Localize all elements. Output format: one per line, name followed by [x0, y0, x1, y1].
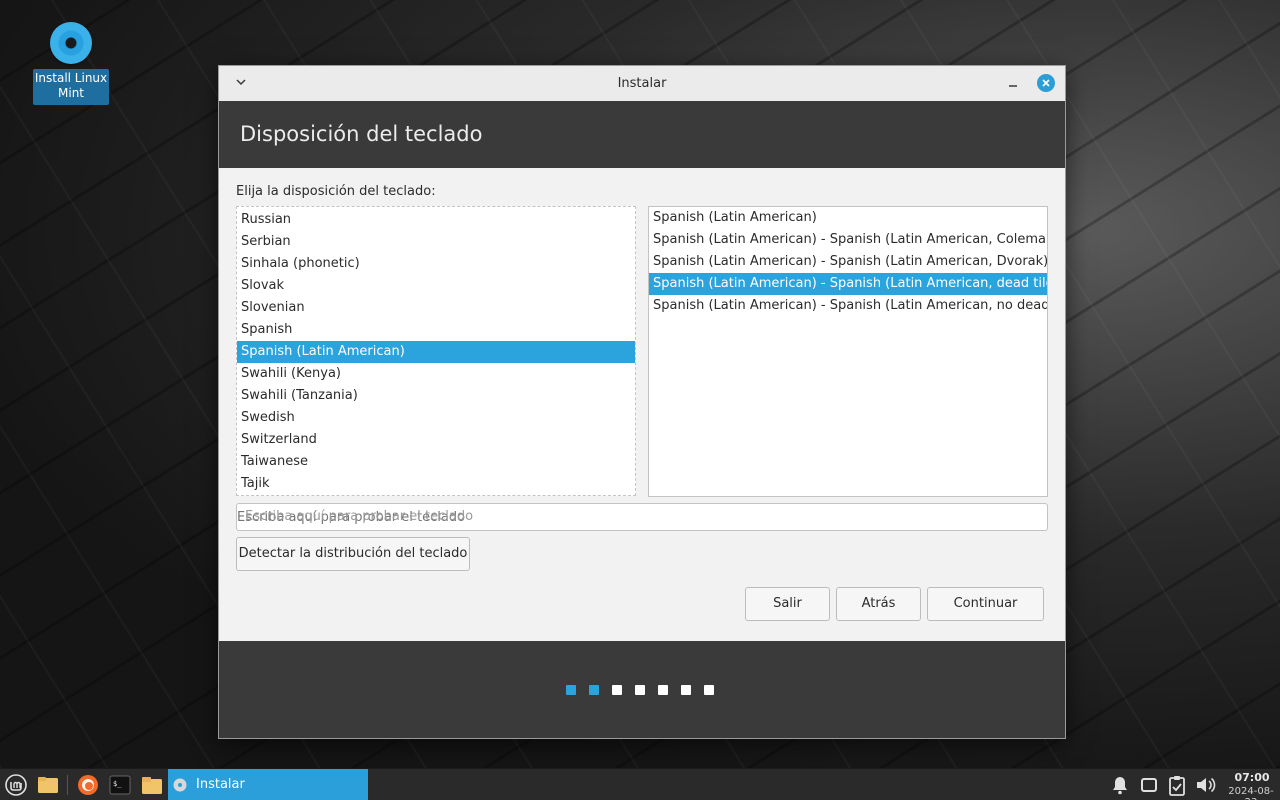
show-desktop-icon[interactable]	[37, 774, 59, 796]
detect-layout-button[interactable]: Detectar la distribución del teclado	[236, 537, 470, 571]
progress-step-dot	[658, 685, 668, 695]
desktop-icon-label: Install Linux Mint	[33, 69, 109, 105]
window-list-icon[interactable]	[1138, 774, 1160, 796]
layout-list-item[interactable]: Swahili (Kenya)	[237, 363, 635, 385]
progress-step-dot	[704, 685, 714, 695]
progress-footer	[219, 641, 1065, 738]
page-header: Disposición del teclado	[219, 101, 1065, 168]
progress-step-dot	[635, 685, 645, 695]
keyboard-test-input[interactable]	[236, 503, 1048, 531]
clock-time[interactable]: 07:00	[1226, 771, 1278, 784]
continue-button[interactable]: Continuar	[927, 587, 1044, 621]
progress-step-dot	[589, 685, 599, 695]
task-label: Instalar	[196, 777, 245, 792]
instruction-label: Elija la disposición del teclado:	[236, 184, 436, 199]
layout-list-item[interactable]: Spanish (Latin American)	[237, 341, 635, 363]
close-icon	[1042, 79, 1050, 87]
variant-list[interactable]: Spanish (Latin American) Spanish (Latin A…	[648, 206, 1048, 497]
installer-window: Instalar Disposición del teclado Elija l…	[219, 66, 1065, 738]
variant-list-item[interactable]: Spanish (Latin American) - Spanish (Lati…	[649, 273, 1047, 295]
files-icon[interactable]	[141, 774, 163, 796]
minimize-icon[interactable]	[1005, 75, 1021, 91]
terminal-icon[interactable]: $_	[109, 774, 131, 796]
layout-list[interactable]: Russian Serbian Sinhala (phonetic) Slovak Sl…	[236, 206, 636, 496]
mint-menu-icon[interactable]	[5, 774, 27, 796]
window-title: Instalar	[617, 76, 667, 91]
clipboard-icon[interactable]	[1166, 774, 1188, 796]
layout-list-item[interactable]: Tajik	[237, 473, 635, 495]
progress-step-dot	[612, 685, 622, 695]
taskbar: $_ Instalar 07:00 2024-08-23	[0, 768, 1280, 800]
close-button[interactable]	[1037, 74, 1055, 92]
layout-list-item[interactable]: Slovak	[237, 275, 635, 297]
clock-date[interactable]: 2024-08-23	[1222, 786, 1280, 800]
layout-list-item[interactable]: Spanish	[237, 319, 635, 341]
variant-list-item[interactable]: Spanish (Latin American)	[649, 207, 1047, 229]
disc-icon	[173, 778, 187, 792]
volume-icon[interactable]	[1195, 774, 1217, 796]
layout-list-item[interactable]: Serbian	[237, 231, 635, 253]
layout-list-item[interactable]: Swedish	[237, 407, 635, 429]
layout-list-item[interactable]: Sinhala (phonetic)	[237, 253, 635, 275]
taskbar-separator	[67, 775, 68, 795]
layout-list-item[interactable]: Swahili (Tanzania)	[237, 385, 635, 407]
disc-icon	[50, 22, 92, 64]
page-title: Disposición del teclado	[240, 122, 483, 146]
layout-list-item[interactable]: Russian	[237, 209, 635, 231]
variant-list-item[interactable]: Spanish (Latin American) - Spanish (Lati…	[649, 295, 1047, 317]
variant-list-item[interactable]: Spanish (Latin American) - Spanish (Lati…	[649, 251, 1047, 273]
variant-list-item[interactable]: Spanish (Latin American) - Spanish (Lati…	[649, 229, 1047, 251]
layout-list-item[interactable]: Taiwanese	[237, 451, 635, 473]
progress-step-dot	[681, 685, 691, 695]
layout-list-item[interactable]: Switzerland	[237, 429, 635, 451]
install-linux-mint-desktop-icon[interactable]: Install Linux Mint	[33, 22, 109, 105]
window-titlebar: Instalar	[219, 66, 1065, 102]
progress-step-dot	[566, 685, 576, 695]
quit-button[interactable]: Salir	[745, 587, 830, 621]
taskbar-task-instalar[interactable]: Instalar	[168, 769, 368, 800]
svg-text:$_: $_	[113, 780, 122, 788]
back-button[interactable]: Atrás	[836, 587, 921, 621]
layout-list-item[interactable]: Slovenian	[237, 297, 635, 319]
bell-icon[interactable]	[1109, 774, 1131, 796]
firefox-icon[interactable]	[77, 774, 99, 796]
